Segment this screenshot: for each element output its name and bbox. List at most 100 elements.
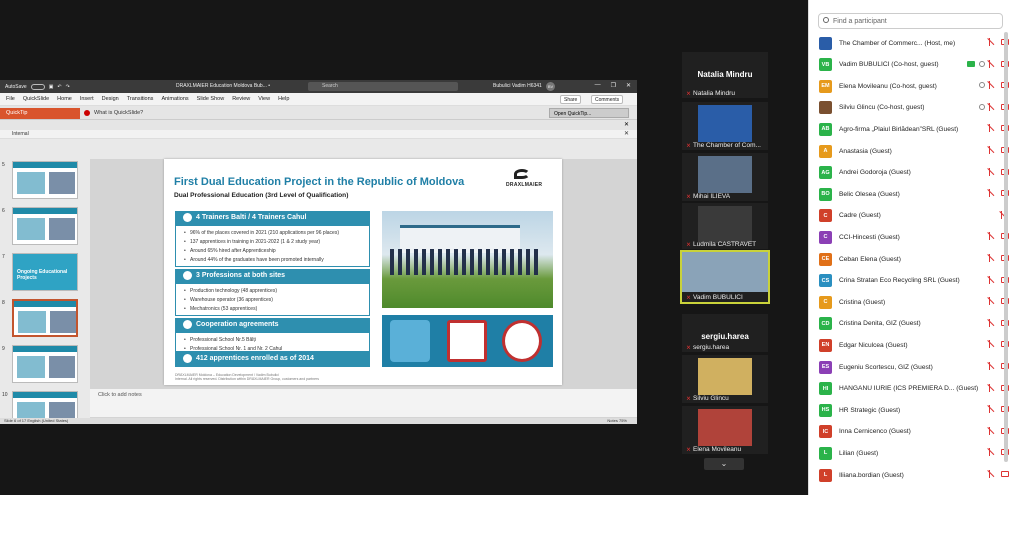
mic-muted-icon[interactable]: [989, 383, 997, 392]
mic-muted-icon[interactable]: [989, 448, 997, 457]
status-right[interactable]: Notes 75%: [607, 418, 627, 424]
mic-muted-icon[interactable]: [989, 146, 997, 154]
mic-muted-icon[interactable]: [989, 167, 997, 176]
video-tile[interactable]: Elena Movileanu: [682, 406, 768, 454]
find-participant-input[interactable]: Find a participant: [818, 13, 1003, 29]
mic-muted-icon[interactable]: [989, 340, 997, 349]
menu-home[interactable]: Home: [57, 96, 72, 102]
menu-animations[interactable]: Animations: [161, 96, 188, 102]
close-icon[interactable]: ✕: [624, 121, 629, 128]
minimize-icon[interactable]: —: [595, 82, 601, 89]
participant-row[interactable]: AB Agro-firma „Plaiul Birlădean”SRL (Gues…: [819, 119, 1009, 139]
slide-thumbnail[interactable]: Ongoing Educational Projects: [12, 253, 78, 291]
close-icon[interactable]: ✕: [624, 130, 629, 139]
ppt-search-box[interactable]: Search: [308, 82, 458, 91]
participant-row[interactable]: BO Belic Olesea (Guest): [819, 184, 1009, 204]
camera-on-icon[interactable]: [967, 60, 975, 67]
mic-muted-icon[interactable]: [989, 362, 997, 370]
participant-row[interactable]: C Cristina (Guest): [819, 292, 1009, 312]
restore-icon[interactable]: ❐: [611, 82, 616, 89]
participant-row[interactable]: C CCI-Hincesti (Guest): [819, 227, 1009, 247]
participant-row[interactable]: HS HR Strategic (Guest): [819, 400, 1009, 420]
participant-row[interactable]: The Chamber of Commerc... (Host, me): [819, 33, 1009, 53]
slide-thumbnail[interactable]: [12, 161, 78, 199]
participant-row[interactable]: CE Ceban Elena (Guest): [819, 249, 1009, 269]
mic-muted-icon[interactable]: [989, 318, 997, 327]
notes-pane[interactable]: Click to add notes: [90, 389, 637, 417]
mic-muted-icon[interactable]: [989, 102, 997, 111]
participant-row[interactable]: EM Elena Movileanu (Co-host, guest): [819, 76, 1009, 96]
menu-quickslide[interactable]: QuickSlide: [23, 96, 49, 102]
slide-thumbnail[interactable]: [12, 207, 78, 245]
close-icon[interactable]: ✕: [626, 82, 631, 89]
mic-muted-icon[interactable]: [989, 405, 997, 414]
mic-muted-icon[interactable]: [989, 426, 997, 435]
participant-row[interactable]: A Anastasia (Guest): [819, 141, 1009, 161]
participant-row[interactable]: CD Cristina Denita, GIZ (Guest): [819, 314, 1009, 334]
participant-video: [698, 105, 752, 142]
save-icon[interactable]: ▣: [49, 84, 54, 90]
slide-thumbnail[interactable]: [12, 299, 78, 337]
menu-file[interactable]: File: [6, 96, 15, 102]
video-tile[interactable]: Ludmila CASTRAVET: [682, 203, 768, 249]
comments-button[interactable]: Comments: [591, 95, 624, 104]
menu-slide-show[interactable]: Slide Show: [197, 96, 225, 102]
menu-insert[interactable]: Insert: [80, 96, 94, 102]
participant-row[interactable]: Silviu Glincu (Co-host, guest): [819, 98, 1009, 118]
screen-share-icon[interactable]: [979, 82, 985, 89]
video-tile[interactable]: The Chamber of Com...: [682, 102, 768, 150]
participant-row[interactable]: HI HANGANU IURIE (ICS PREMIERA D... (Gues…: [819, 379, 1009, 399]
mic-muted-icon[interactable]: [989, 124, 997, 133]
sensitivity-label[interactable]: Internal: [12, 131, 29, 137]
redo-icon[interactable]: ↷: [66, 84, 70, 90]
participant-row[interactable]: CS Crina Stratan Eco Recycling SRL (Guest…: [819, 271, 1009, 291]
partner-logo-3-icon: [502, 320, 542, 362]
participant-name: HANGANU IURIE (ICS PREMIERA D... (Guest): [839, 385, 979, 393]
participant-row[interactable]: L Iliiana.bordian (Guest): [819, 465, 1009, 485]
thumbnail-content: [17, 172, 45, 194]
menu-view[interactable]: View: [258, 96, 270, 102]
mic-muted-icon[interactable]: [989, 470, 997, 478]
camera-off-icon[interactable]: [1001, 471, 1009, 477]
group-photo: [382, 211, 553, 308]
open-quicktip-button[interactable]: Open QuickTip...: [549, 108, 629, 118]
mic-muted-icon[interactable]: [989, 189, 997, 198]
participant-row[interactable]: C Cadre (Guest): [819, 206, 1009, 226]
menu-review[interactable]: Review: [232, 96, 250, 102]
participant-row[interactable]: VB Vadim BUBULICI (Co-host, guest): [819, 55, 1009, 75]
participant-row[interactable]: ES Eugeniu Scortescu, GIZ (Guest): [819, 357, 1009, 377]
menu-transitions[interactable]: Transitions: [127, 96, 154, 102]
participant-status-icons: [967, 59, 1009, 68]
slide-thumbnail[interactable]: [12, 345, 78, 383]
autosave-toggle[interactable]: [30, 83, 45, 90]
video-tile[interactable]: sergiu.harea sergiu.harea: [682, 314, 768, 352]
share-button[interactable]: Share: [560, 95, 582, 104]
quicktip-button[interactable]: QuickTip: [0, 108, 80, 119]
ppt-user-name[interactable]: Bubulici Vadim H6341: [493, 83, 542, 89]
ppt-user-avatar[interactable]: BV: [546, 82, 555, 91]
menu-design[interactable]: Design: [102, 96, 119, 102]
mic-muted-icon[interactable]: [989, 275, 997, 284]
mic-muted-icon[interactable]: [989, 232, 997, 241]
undo-icon[interactable]: ↶: [57, 84, 61, 90]
mic-muted-icon[interactable]: [989, 297, 997, 306]
mic-muted-icon[interactable]: [989, 38, 997, 46]
scroll-down-chevron-icon[interactable]: ⌄: [704, 458, 744, 470]
current-slide: First Dual Education Project in the Repu…: [164, 159, 562, 385]
mic-muted-icon[interactable]: [989, 254, 997, 262]
video-tile[interactable]: Natalia Mindru Natalia Mindru: [682, 52, 768, 98]
menu-help[interactable]: Help: [278, 96, 289, 102]
participants-scrollbar[interactable]: [1004, 32, 1008, 462]
mic-muted-icon[interactable]: [989, 81, 997, 90]
participant-row[interactable]: L Lilian (Guest): [819, 443, 1009, 463]
mic-muted-icon[interactable]: [989, 59, 997, 68]
participant-row[interactable]: IC Inna Cernicenco (Guest): [819, 422, 1009, 442]
screen-share-icon[interactable]: [979, 60, 985, 67]
video-tile[interactable]: Mihai ILIEVA: [682, 153, 768, 201]
participant-row[interactable]: EN Edgar Niculcea (Guest): [819, 335, 1009, 355]
quickslide-input[interactable]: What is QuickSlide?: [84, 108, 184, 118]
video-tile[interactable]: Vadim BUBULICI: [680, 250, 770, 304]
video-tile[interactable]: Silviu Glincu: [682, 355, 768, 403]
participant-row[interactable]: AG Andrei Godoroja (Guest): [819, 163, 1009, 183]
screen-share-icon[interactable]: [979, 103, 985, 110]
